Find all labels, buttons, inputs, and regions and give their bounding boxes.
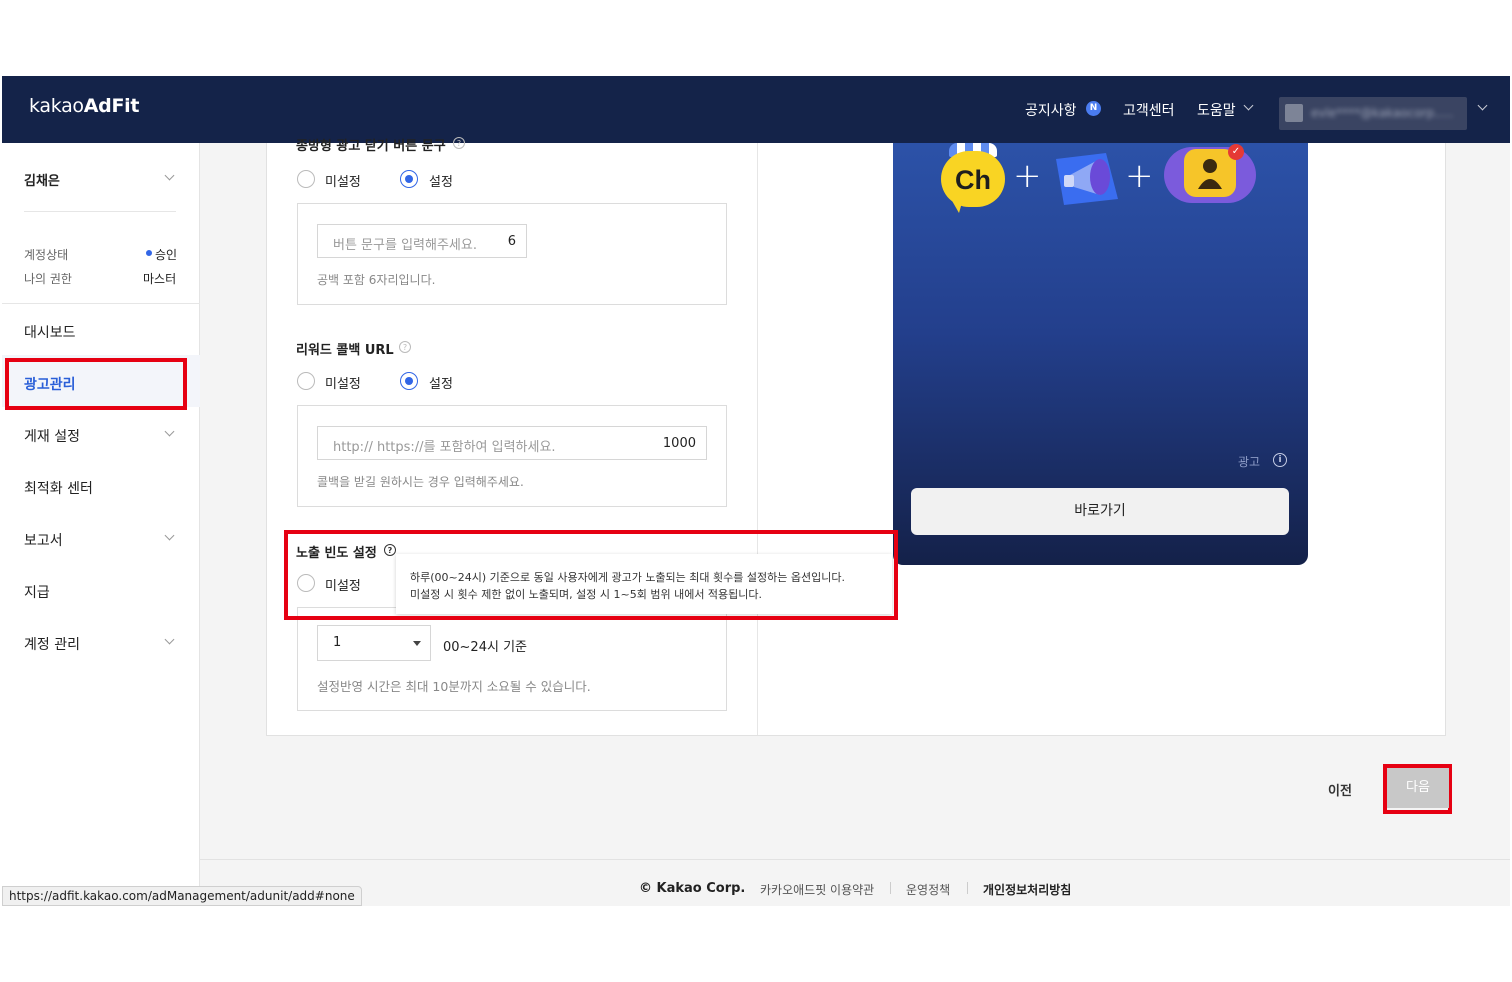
reward-url-input[interactable]: http:// https://를 포함하여 입력하세요. 1000: [317, 426, 707, 460]
footer-terms-link[interactable]: 카카오애드핏 이용약관: [760, 881, 874, 898]
close-text-input[interactable]: 버튼 문구를 입력해주세요. 6: [317, 224, 527, 258]
reward-url-char-limit: 1000: [662, 436, 696, 451]
reward-unset-label: 미설정: [325, 377, 361, 392]
nav-notice[interactable]: 공지사항: [1025, 100, 1077, 120]
bubble-tail: [951, 199, 963, 213]
nav-help[interactable]: 도움말: [1197, 100, 1236, 120]
chevron-down-icon[interactable]: [164, 530, 175, 541]
plus-icon: +: [1125, 156, 1154, 196]
reward-set-label: 설정: [429, 377, 453, 392]
next-button[interactable]: 다음: [1387, 768, 1449, 808]
plus-icon: +: [1013, 156, 1042, 196]
preview-cta-button[interactable]: 바로가기: [911, 488, 1289, 535]
ad-tag: 광고: [1238, 455, 1261, 469]
nav-support[interactable]: 고객센터: [1123, 100, 1175, 120]
close-text-unset-radio[interactable]: [297, 170, 315, 188]
user-email: evle****@kakaocorp.....: [1311, 106, 1454, 120]
close-text-placeholder: 버튼 문구를 입력해주세요.: [333, 238, 477, 253]
divider: [757, 143, 758, 735]
chevron-down-icon[interactable]: [164, 426, 175, 437]
divider: [2, 303, 200, 304]
avatar: [1285, 104, 1303, 122]
account-status-label: 계정상태: [24, 248, 69, 262]
frequency-count-select[interactable]: 1: [317, 625, 431, 661]
ad-preview: Ch + + ✓ 광고 i 바로가기: [893, 143, 1308, 565]
megaphone-icon: [1056, 153, 1118, 205]
status-dot-icon: [146, 250, 152, 256]
footer-copyright: © Kakao Corp.: [639, 881, 746, 896]
top-navigation-bar: kakaoAdFit 공지사항 N 고객센터 도움말 evle****@kaka…: [2, 76, 1510, 143]
highlight-frequency-setting: [284, 530, 898, 620]
user-chevron-down-icon[interactable]: [164, 170, 175, 181]
footer: © Kakao Corp. 카카오애드핏 이용약관 운영정책 개인정보처리방침: [200, 859, 1510, 906]
close-text-char-limit: 6: [507, 234, 516, 249]
check-badge-icon: ✓: [1228, 144, 1244, 160]
frequency-help: 설정반영 시간은 최대 10분까지 소요될 수 있습니다.: [317, 679, 591, 694]
prev-button[interactable]: 이전: [1328, 780, 1352, 799]
sidebar-item-placement-settings[interactable]: 게재 설정: [24, 426, 80, 446]
footer-privacy-link[interactable]: 개인정보처리방침: [983, 881, 1071, 898]
reward-url-input-box: http:// https://를 포함하여 입력하세요. 1000 콜백을 받…: [297, 405, 727, 507]
profile-pill-icon: ✓: [1164, 144, 1256, 203]
channel-icon-text: Ch: [955, 165, 991, 195]
divider: [967, 882, 968, 894]
footer-policy-link[interactable]: 운영정책: [906, 881, 950, 898]
highlight-ad-management: [5, 358, 187, 410]
sidebar-item-optimization-center[interactable]: 최적화 센터: [24, 478, 93, 498]
divider: [24, 211, 176, 212]
close-button-text-label: 종방형 광고 닫기 버튼 문구: [296, 139, 446, 154]
close-text-input-box: 버튼 문구를 입력해주세요. 6 공백 포함 6자리입니다.: [297, 203, 727, 305]
kakao-adfit-logo[interactable]: kakaoAdFit: [29, 95, 139, 117]
reward-unset-radio[interactable]: [297, 372, 315, 390]
browser-status-url: https://adfit.kakao.com/adManagement/adu…: [2, 886, 362, 906]
user-account-menu[interactable]: evle****@kakaocorp.....: [1279, 97, 1467, 130]
reward-callback-label: 리워드 콜백 URL: [296, 343, 394, 358]
sidebar-item-reports[interactable]: 보고서: [24, 530, 63, 550]
reward-url-placeholder: http:// https://를 포함하여 입력하세요.: [333, 440, 556, 455]
frequency-unit-text: 00~24시 기준: [443, 640, 527, 655]
close-text-set-radio[interactable]: [400, 170, 418, 188]
close-text-unset-label: 미설정: [325, 175, 361, 190]
close-text-set-label: 설정: [429, 175, 453, 190]
person-silhouette-icon: [1198, 159, 1222, 189]
sidebar-item-payment[interactable]: 지급: [24, 582, 50, 602]
help-chevron-down-icon[interactable]: [1243, 100, 1254, 111]
info-icon[interactable]: i: [1273, 453, 1287, 467]
sidebar-item-account-management[interactable]: 계정 관리: [24, 634, 80, 654]
sidebar-user-name[interactable]: 김채은: [24, 170, 60, 189]
close-text-help: 공백 포함 6자리입니다.: [317, 273, 436, 287]
notice-new-badge: N: [1086, 101, 1101, 116]
frequency-select-value: 1: [333, 635, 342, 650]
chevron-down-icon[interactable]: [164, 634, 175, 645]
role-value: 마스터: [143, 272, 177, 286]
sidebar-item-dashboard[interactable]: 대시보드: [24, 322, 76, 342]
help-question-icon[interactable]: ?: [399, 341, 411, 353]
account-chevron-down-icon[interactable]: [1477, 100, 1488, 111]
reward-set-radio[interactable]: [400, 372, 418, 390]
role-label: 나의 권한: [24, 272, 72, 286]
divider: [890, 882, 891, 894]
caret-down-icon: [413, 641, 421, 646]
reward-url-help: 콜백을 받길 원하시는 경우 입력해주세요.: [317, 475, 524, 489]
browser-viewport: kakaoAdFit 공지사항 N 고객센터 도움말 evle****@kaka…: [2, 76, 1510, 906]
help-question-icon[interactable]: ?: [453, 137, 465, 149]
sidebar: 김채은 계정상태 승인 나의 권한 마스터 대시보드 광고관리 게재 설정 최적…: [2, 143, 200, 906]
account-status-value: 승인: [155, 248, 178, 262]
